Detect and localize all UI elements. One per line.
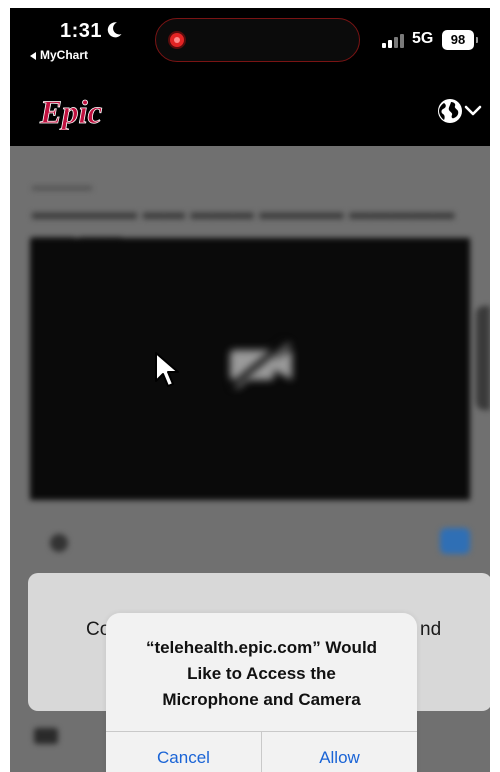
alert-message: “telehealth.epic.com” Would Like to Acce… bbox=[118, 635, 405, 713]
epic-logo: Epic bbox=[39, 95, 103, 130]
network-type: 5G bbox=[412, 30, 434, 47]
back-app-label: MyChart bbox=[40, 48, 89, 62]
camera-off-icon bbox=[230, 339, 292, 390]
permission-alert: “telehealth.epic.com” Would Like to Acce… bbox=[106, 613, 417, 772]
side-panel-handle[interactable] bbox=[476, 306, 490, 410]
allow-button[interactable]: Allow bbox=[262, 731, 417, 772]
microphone-icon bbox=[50, 534, 68, 552]
status-time: 1:31 bbox=[60, 20, 103, 42]
phone-screen: 1:31 MyChart 5G 98 Epic ▬▬▬▬▬ ▬▬▬▬▬ ▬▬ ▬… bbox=[10, 8, 490, 772]
camera-icon bbox=[34, 728, 58, 744]
page-background: ▬▬▬▬▬ ▬▬▬▬▬ ▬▬ ▬▬▬ ▬▬▬▬ ▬▬▬▬▬ ▬▬ ▬▬ Co n… bbox=[10, 146, 490, 772]
app-header: Epic bbox=[10, 88, 490, 146]
connecting-text-right: nd bbox=[420, 619, 442, 640]
moon-icon bbox=[107, 22, 122, 38]
back-to-app-link[interactable]: MyChart bbox=[30, 48, 88, 62]
chevron-down-icon[interactable] bbox=[464, 104, 482, 118]
settings-button bbox=[440, 528, 470, 554]
logo-text: Epic bbox=[39, 95, 103, 130]
alert-message-line1: “telehealth.epic.com” Would bbox=[145, 638, 378, 657]
status-bar: 1:31 MyChart 5G 98 bbox=[10, 8, 490, 88]
mouse-cursor-icon bbox=[155, 352, 179, 387]
alert-message-line3: Microphone and Camera bbox=[162, 690, 361, 709]
cellular-signal-icon bbox=[382, 34, 404, 48]
globe-icon[interactable] bbox=[437, 98, 463, 124]
dynamic-island[interactable] bbox=[155, 18, 360, 62]
back-arrow-icon bbox=[30, 51, 36, 60]
alert-message-line2: Like to Access the bbox=[187, 664, 336, 683]
blurred-subtitle: ▬▬▬▬▬ bbox=[32, 179, 92, 193]
battery-indicator: 98 bbox=[442, 30, 478, 50]
cancel-button[interactable]: Cancel bbox=[106, 731, 261, 772]
screen-recording-icon bbox=[170, 33, 184, 47]
